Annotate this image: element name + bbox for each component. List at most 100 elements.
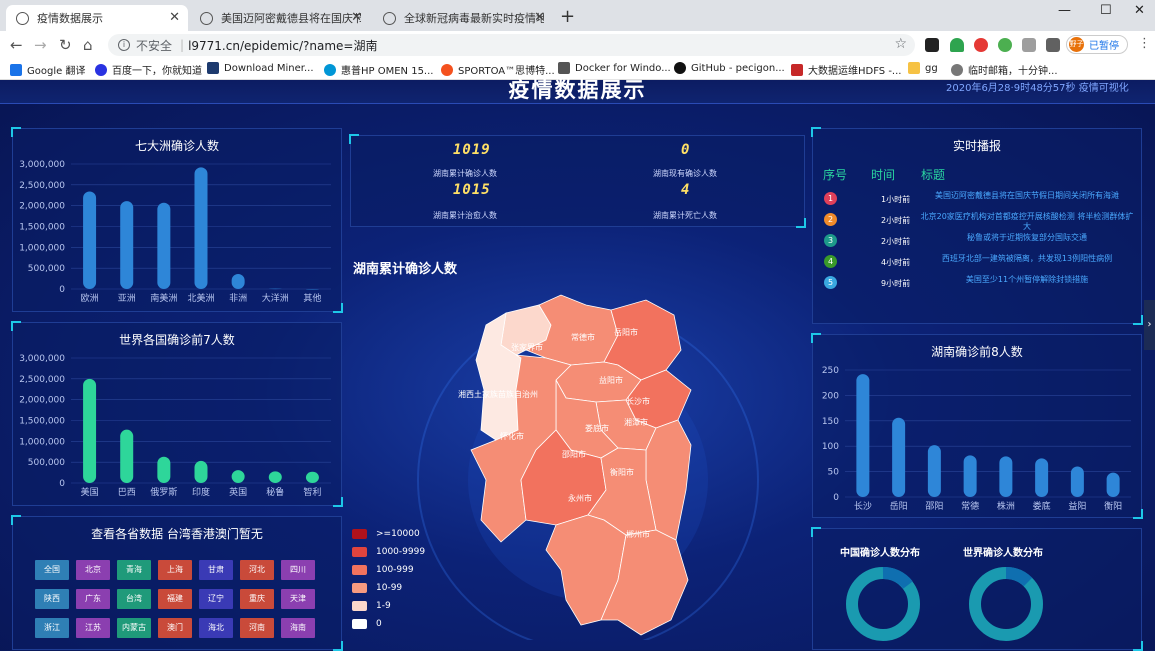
reload-icon[interactable]: ↻ xyxy=(59,36,72,54)
side-expand-handle[interactable]: › xyxy=(1144,300,1155,350)
home-icon[interactable]: ⌂ xyxy=(83,36,93,54)
shield-icon[interactable] xyxy=(950,38,964,52)
info-icon[interactable]: i xyxy=(118,39,130,51)
province-button[interactable]: 河南 xyxy=(240,618,274,638)
legend-item[interactable]: 0 xyxy=(352,619,382,629)
news-item[interactable]: 2 2小时前 北京20家医疗机构对首都疫控开展核酸检测 将半检测群体扩大 xyxy=(813,212,1143,232)
province-button[interactable]: 海北 xyxy=(199,618,233,638)
province-button[interactable]: 广东 xyxy=(76,589,110,609)
bar[interactable] xyxy=(305,288,319,290)
maximize-button[interactable]: ☐ xyxy=(1100,3,1112,18)
legend-swatch xyxy=(352,547,367,557)
bar[interactable] xyxy=(157,456,171,483)
forward-icon[interactable]: → xyxy=(34,36,47,54)
security-label: 不安全 xyxy=(136,38,173,53)
province-button[interactable]: 上海 xyxy=(158,560,192,580)
province-button[interactable]: 澳门 xyxy=(158,618,192,638)
province-button[interactable]: 台湾 xyxy=(117,589,151,609)
extension-icon[interactable] xyxy=(998,38,1012,52)
y-tick-label: 50 xyxy=(828,468,840,478)
bar[interactable] xyxy=(892,417,906,497)
tab-epidemic[interactable]: 疫情数据展示 ✕ xyxy=(6,5,188,31)
bookmark-item[interactable]: Docker for Windo... xyxy=(558,62,671,74)
bar[interactable] xyxy=(194,460,208,483)
bar[interactable] xyxy=(231,274,245,289)
close-icon[interactable]: ✕ xyxy=(169,10,180,25)
extension-icon[interactable] xyxy=(925,38,939,52)
province-button[interactable]: 青海 xyxy=(117,560,151,580)
distribution-panel: 中国确诊人数分布 世界确诊人数分布 xyxy=(811,527,1143,651)
bar[interactable] xyxy=(927,445,941,497)
province-button[interactable]: 四川 xyxy=(281,560,315,580)
menu-icon[interactable]: ⋮ xyxy=(1138,36,1151,51)
province-button[interactable]: 浙江 xyxy=(35,618,69,638)
bar[interactable] xyxy=(83,191,97,290)
extension-icon[interactable] xyxy=(1022,38,1036,52)
url-input[interactable]: i 不安全 | l9771.cn/epidemic/?name=湖南 ☆ xyxy=(108,34,915,56)
tab-globalmap[interactable]: 全球新冠病毒最新实时疫情地图... ✕ xyxy=(373,5,553,31)
province-button[interactable]: 甘肃 xyxy=(199,560,233,580)
news-headline[interactable]: 美国至少11个州暂停解除封锁措施 xyxy=(917,275,1137,285)
bar[interactable] xyxy=(856,374,870,497)
news-headline[interactable]: 美国迈阿密戴德县将在国庆节假日期间关闭所有海滩 xyxy=(917,191,1137,201)
bar[interactable] xyxy=(120,201,134,289)
news-item[interactable]: 4 4小时前 西班牙北部一建筑被隔离，共发现13例阳性病例 xyxy=(813,254,1143,273)
province-button[interactable]: 重庆 xyxy=(240,589,274,609)
visualization-link[interactable]: 疫情可视化 xyxy=(1079,83,1129,94)
close-icon[interactable]: ✕ xyxy=(534,10,545,25)
close-icon[interactable]: ✕ xyxy=(351,10,362,25)
bookmark-item[interactable]: GitHub - pecigon... xyxy=(674,62,785,74)
legend-item[interactable]: 100-999 xyxy=(352,565,414,575)
legend-label: 0 xyxy=(376,619,382,629)
bar[interactable] xyxy=(157,202,171,289)
news-headline[interactable]: 秘鲁或将于近期恢复部分国际交通 xyxy=(917,233,1137,243)
legend-item[interactable]: >=10000 xyxy=(352,529,420,539)
bar[interactable] xyxy=(1106,472,1120,497)
new-tab-button[interactable]: + xyxy=(560,6,575,27)
minimize-button[interactable]: — xyxy=(1058,3,1071,18)
bar[interactable] xyxy=(305,471,319,483)
province-button[interactable]: 海南 xyxy=(281,618,315,638)
province-button[interactable]: 河北 xyxy=(240,560,274,580)
bar[interactable] xyxy=(268,471,282,483)
legend-item[interactable]: 1-9 xyxy=(352,601,391,611)
province-button[interactable]: 北京 xyxy=(76,560,110,580)
bar[interactable] xyxy=(120,429,134,483)
province-button[interactable]: 江苏 xyxy=(76,618,110,638)
province-button[interactable]: 内蒙古 xyxy=(117,618,151,638)
bar[interactable] xyxy=(231,470,245,483)
legend-item[interactable]: 10-99 xyxy=(352,583,402,593)
province-button[interactable]: 全国 xyxy=(35,560,69,580)
city-label: 湘西土家族苗族自治州 xyxy=(458,389,538,399)
province-button[interactable]: 天津 xyxy=(281,589,315,609)
location-icon[interactable] xyxy=(974,38,988,52)
bar[interactable] xyxy=(83,378,97,483)
news-headline[interactable]: 北京20家医疗机构对首都疫控开展核酸检测 将半检测群体扩大 xyxy=(917,212,1137,232)
province-button[interactable]: 福建 xyxy=(158,589,192,609)
tab-miami[interactable]: 美国迈阿密戴德县将在国庆节假日... ✕ xyxy=(190,5,370,31)
bar[interactable] xyxy=(963,455,977,497)
back-icon[interactable]: ← xyxy=(10,36,23,54)
news-item[interactable]: 1 1小时前 美国迈阿密戴德县将在国庆节假日期间关闭所有海滩 xyxy=(813,191,1143,210)
news-item[interactable]: 5 9小时前 美国至少11个州暂停解除封锁措施 xyxy=(813,275,1143,294)
window-close-button[interactable]: ✕ xyxy=(1134,3,1145,18)
x-tick-label: 亚洲 xyxy=(118,293,136,304)
star-icon[interactable]: ☆ xyxy=(894,36,907,52)
bar[interactable] xyxy=(1035,458,1049,497)
news-item[interactable]: 3 2小时前 秘鲁或将于近期恢复部分国际交通 xyxy=(813,233,1143,252)
profile-paused-button[interactable]: 野子 已暂停 xyxy=(1066,35,1128,54)
bar[interactable] xyxy=(268,288,282,290)
puzzle-icon[interactable] xyxy=(1046,38,1060,52)
x-tick-label: 其他 xyxy=(303,292,321,304)
bookmark-label: Docker for Windo... xyxy=(575,62,671,74)
news-headline[interactable]: 西班牙北部一建筑被隔离，共发现13例阳性病例 xyxy=(917,254,1137,264)
bar[interactable] xyxy=(999,456,1013,497)
bookmark-item[interactable]: Download Miner... xyxy=(207,62,314,74)
bookmark-item[interactable]: gg xyxy=(908,62,938,74)
legend-item[interactable]: 1000-9999 xyxy=(352,547,425,557)
x-tick-label: 非洲 xyxy=(229,292,247,304)
bar[interactable] xyxy=(194,167,208,289)
bar[interactable] xyxy=(1070,466,1084,497)
province-button[interactable]: 陕西 xyxy=(35,589,69,609)
province-button[interactable]: 辽宁 xyxy=(199,589,233,609)
